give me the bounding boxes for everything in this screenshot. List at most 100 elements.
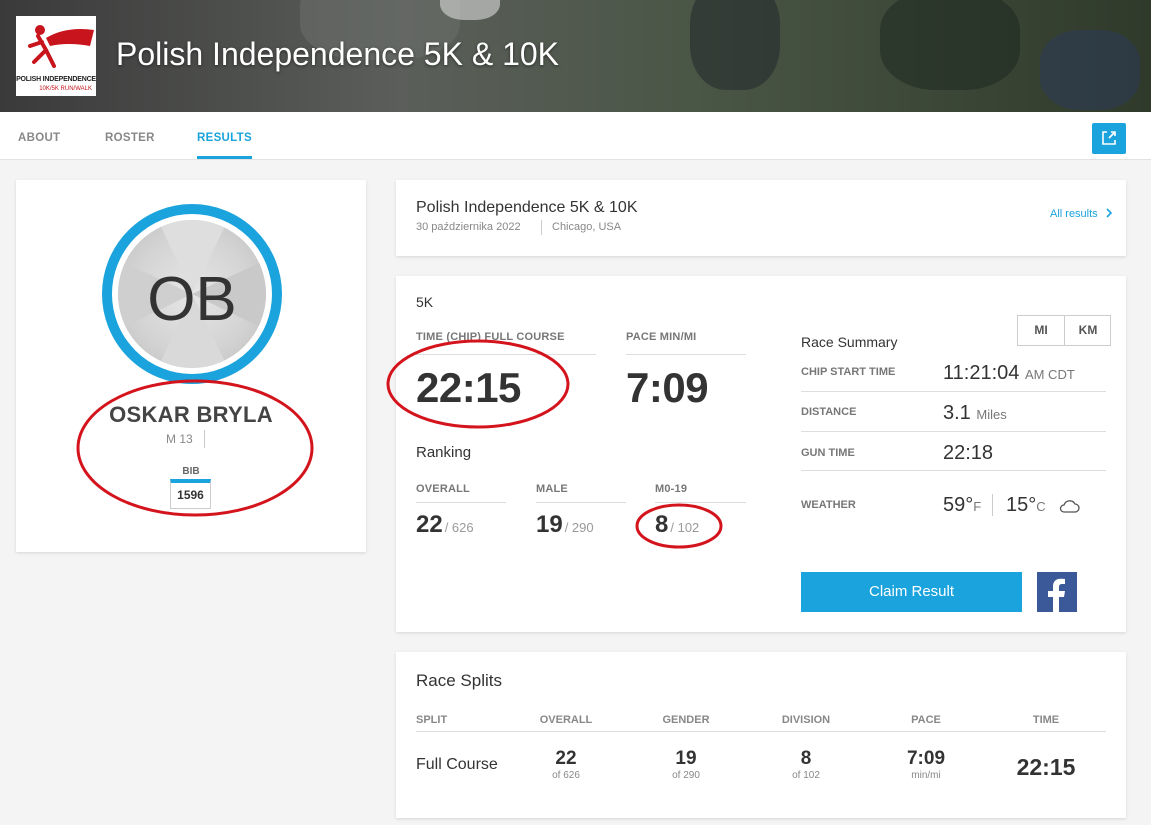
share-icon [1102,131,1116,145]
temp-f-value: 59° [943,494,974,516]
split-overall-total: of 626 [552,770,580,781]
divider [801,470,1106,471]
temp-f-unit: F [973,499,982,514]
ranking-male-value: 19 [536,511,563,538]
distance-label: DISTANCE [801,406,857,418]
divider [536,502,626,503]
temp-c-unit: C [1036,499,1046,514]
unit-km-button[interactable]: KM [1065,316,1111,345]
bib-label: BIB [182,466,200,477]
race-splits-title: Race Splits [416,671,502,690]
split-pace-unit: min/mi [911,770,941,781]
split-division: 8 [800,748,812,769]
hero-photo-shape [690,0,780,90]
page-title: Polish Independence 5K & 10K [116,36,559,72]
chip-time: 22:15 [416,364,521,411]
ranking-division: 8/ 102 [655,511,699,539]
pace-value: 7:09 [626,364,709,411]
weather-fahrenheit: 59°F [943,494,981,517]
temp-c-value: 15° [1006,494,1037,516]
hero-photo-shape [880,0,1020,90]
divider [416,354,596,355]
ranking-division-value: 8 [655,511,669,538]
logo-text: POLISH INDEPENDENCE [16,76,96,83]
split-gender: 19 [675,748,697,769]
tab-results[interactable]: RESULTS [197,112,252,159]
logo-subtext: 10K/5K RUN/WALK [39,86,92,92]
divider [416,731,1106,732]
gun-time-value: 22:18 [943,442,994,464]
event-title: Polish Independence 5K & 10K [416,199,638,216]
chip-start-label: CHIP START TIME [801,366,896,378]
ranking-division-label: M0-19 [655,483,688,495]
facebook-share-button[interactable] [1037,572,1077,612]
split-name: Full Course [416,756,498,773]
bib-number: 1596 [170,479,211,509]
ranking-overall-label: OVERALL [416,483,470,495]
tab-about[interactable]: ABOUT [18,112,60,159]
runner-logo-icon [28,25,94,68]
hero-banner: POLISH INDEPENDENCE 10K/5K RUN/WALK Poli… [0,0,1151,112]
runner-name: OSKAR BRYLA [109,402,273,427]
tab-bar: ABOUT ROSTER RESULTS [0,112,1151,160]
runner-profile-card: OB OSKAR BRYLA M 13 BIB 1596 [16,180,366,552]
split-overall: 22 [555,748,577,769]
all-results-label: All results [1050,208,1098,220]
time-label: TIME (CHIP) FULL COURSE [416,331,565,343]
hero-photo-shape [1040,30,1140,110]
weather-label: WEATHER [801,499,856,511]
event-location: Chicago, USA [552,221,622,233]
divider [801,391,1106,392]
divider [416,502,506,503]
race-name: 5K [416,294,434,310]
facebook-icon [1048,578,1065,612]
unit-mi-button[interactable]: MI [1018,316,1064,345]
ranking-overall-total: / 626 [444,520,474,535]
splits-header-time: TIME [1032,714,1060,726]
split-division-total: of 102 [792,770,820,781]
avatar: OB [102,204,282,384]
cloud-icon [1059,500,1080,513]
avatar-background: OB [118,220,266,368]
chip-start-value: 11:21:04 [943,362,1020,384]
distance-value: 3.1 [943,402,971,424]
ranking-male-label: MALE [536,483,568,495]
splits-header-gender: GENDER [662,714,710,726]
ranking-division-total: / 102 [670,520,700,535]
weather-celsius: 15°C [1006,494,1046,517]
gender-age: M 13 [166,432,193,446]
divider [204,430,205,448]
divider [655,502,746,503]
splits-header-pace: PACE [911,714,941,726]
unit-toggle: MI KM [1017,315,1111,346]
distance-unit: Miles [976,407,1007,422]
avatar-initials: OB [147,265,237,334]
chip-start-time: 11:21:04 AM CDT [943,362,1075,385]
ranking-male-total: / 290 [564,520,594,535]
race-splits-card: Race Splits SPLIT OVERALL GENDER DIVISIO… [396,652,1126,818]
share-button[interactable] [1092,123,1126,154]
event-logo: POLISH INDEPENDENCE 10K/5K RUN/WALK [16,16,96,96]
claim-result-button[interactable]: Claim Result [801,572,1022,612]
event-date: 30 października 2022 [416,221,521,233]
all-results-link[interactable]: All results [1050,208,1113,220]
gun-time-label: GUN TIME [801,447,855,459]
tab-roster[interactable]: ROSTER [105,112,155,159]
ranking-title: Ranking [416,444,472,461]
divider [992,494,993,516]
ranking-overall-value: 22 [416,511,443,538]
split-pace: 7:09 [906,748,946,769]
splits-header-overall: OVERALL [539,714,593,726]
ranking-male: 19/ 290 [536,511,594,539]
divider [626,354,746,355]
race-summary-title: Race Summary [801,334,898,350]
chevron-right-icon [1106,208,1112,218]
splits-header-split: SPLIT [416,714,448,726]
divider [541,220,542,235]
split-gender-total: of 290 [672,770,700,781]
split-time: 22:15 [1016,754,1076,780]
chip-start-unit: AM CDT [1024,367,1075,382]
distance: 3.1 Miles [943,402,1007,425]
ranking-overall: 22/ 626 [416,511,474,539]
divider [801,431,1106,432]
